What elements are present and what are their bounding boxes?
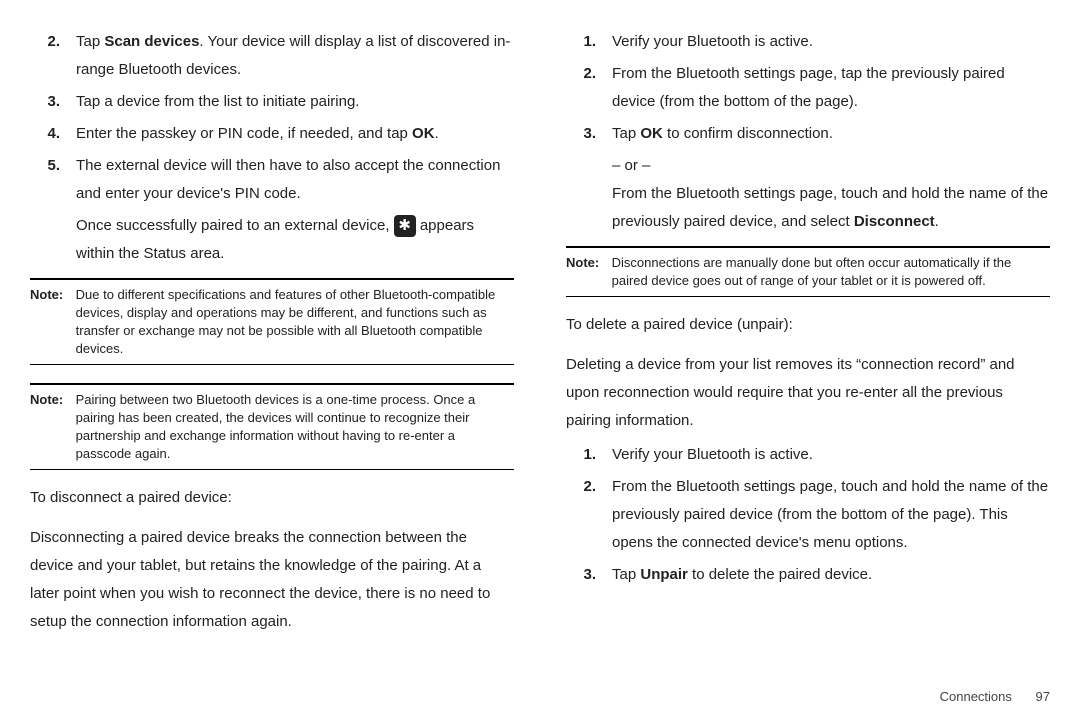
paired-confirmation: Once successfully paired to an external … — [76, 212, 514, 268]
divider — [30, 383, 514, 385]
note-block: Note: Disconnections are manually done b… — [566, 254, 1050, 290]
page-footer: Connections 97 — [566, 681, 1050, 704]
note-label: Note: — [30, 391, 72, 409]
bluetooth-icon: ✱ — [394, 215, 416, 237]
page-number: 97 — [1036, 689, 1050, 704]
list-item: 5. The external device will then have to… — [30, 152, 514, 208]
disconnect-steps: 1. Verify your Bluetooth is active. 2. F… — [566, 28, 1050, 152]
list-item: 3. Tap a device from the list to initiat… — [30, 88, 514, 116]
divider — [566, 296, 1050, 297]
step-text: Verify your Bluetooth is active. — [612, 28, 1050, 56]
step-number: 3. — [566, 561, 612, 589]
list-item: 2. From the Bluetooth settings page, tou… — [566, 473, 1050, 557]
step-text: From the Bluetooth settings page, touch … — [612, 473, 1050, 557]
note-text: Due to different specifications and feat… — [76, 286, 510, 358]
list-item: 2. From the Bluetooth settings page, tap… — [566, 60, 1050, 116]
step-text: Tap a device from the list to initiate p… — [76, 88, 514, 116]
divider — [30, 364, 514, 365]
pairing-steps: 2. Tap Scan devices. Your device will di… — [30, 28, 514, 212]
list-item: 2. Tap Scan devices. Your device will di… — [30, 28, 514, 84]
left-column: 2. Tap Scan devices. Your device will di… — [30, 28, 540, 704]
step-number: 5. — [30, 152, 76, 208]
step-text: The external device will then have to al… — [76, 152, 514, 208]
step-text: Tap Scan devices. Your device will displ… — [76, 28, 514, 84]
section-name: Connections — [940, 689, 1012, 704]
step-number: 2. — [566, 60, 612, 116]
delete-steps: 1. Verify your Bluetooth is active. 2. F… — [566, 441, 1050, 593]
note-text: Disconnections are manually done but oft… — [612, 254, 1046, 290]
step-number: 3. — [566, 120, 612, 148]
note-text: Pairing between two Bluetooth devices is… — [76, 391, 510, 463]
divider — [566, 246, 1050, 248]
list-item: 1. Verify your Bluetooth is active. — [566, 28, 1050, 56]
or-separator: – or – — [612, 152, 1050, 180]
step-number: 1. — [566, 28, 612, 56]
step-number: 2. — [566, 473, 612, 557]
step-text: Tap OK to confirm disconnection. — [612, 120, 1050, 148]
list-item: 1. Verify your Bluetooth is active. — [566, 441, 1050, 469]
or-alternative: From the Bluetooth settings page, touch … — [612, 180, 1050, 236]
manual-page: 2. Tap Scan devices. Your device will di… — [0, 0, 1080, 720]
step-number: 1. — [566, 441, 612, 469]
list-item: 3. Tap OK to confirm disconnection. — [566, 120, 1050, 148]
divider — [30, 469, 514, 470]
step-text: From the Bluetooth settings page, tap th… — [612, 60, 1050, 116]
list-item: 4. Enter the passkey or PIN code, if nee… — [30, 120, 514, 148]
note-block: Note: Due to different specifications an… — [30, 286, 514, 358]
step-number: 4. — [30, 120, 76, 148]
note-label: Note: — [30, 286, 72, 304]
paired-text-before: Once successfully paired to an external … — [76, 217, 394, 234]
delete-body: Deleting a device from your list removes… — [566, 351, 1050, 435]
delete-heading: To delete a paired device (unpair): — [566, 311, 1050, 339]
step-text: Enter the passkey or PIN code, if needed… — [76, 120, 514, 148]
divider — [30, 278, 514, 280]
list-item: 3. Tap Unpair to delete the paired devic… — [566, 561, 1050, 589]
note-label: Note: — [566, 254, 608, 272]
step-text: Verify your Bluetooth is active. — [612, 441, 1050, 469]
step-text: Tap Unpair to delete the paired device. — [612, 561, 1050, 589]
disconnect-heading: To disconnect a paired device: — [30, 484, 514, 512]
note-block: Note: Pairing between two Bluetooth devi… — [30, 391, 514, 463]
disconnect-body: Disconnecting a paired device breaks the… — [30, 524, 514, 636]
step-number: 3. — [30, 88, 76, 116]
step-number: 2. — [30, 28, 76, 84]
right-column: 1. Verify your Bluetooth is active. 2. F… — [540, 28, 1050, 704]
